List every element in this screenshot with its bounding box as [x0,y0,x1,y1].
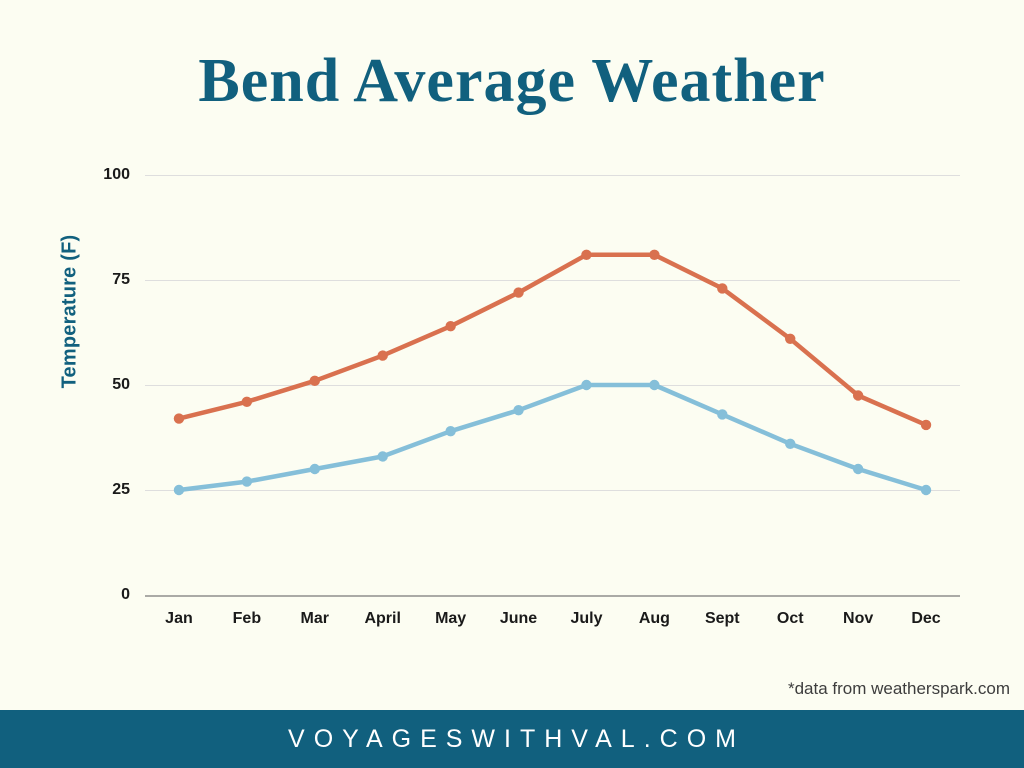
x-axis-tick: Oct [776,610,804,627]
series-line [176,382,929,493]
data-point [581,379,592,391]
data-point [920,484,932,496]
data-point [920,419,932,431]
series-layer [173,249,932,496]
x-axis-tick-labels: Jan Feb Mar April May June July Aug Sept Oct Nov De… [145,610,960,640]
data-point [513,287,524,298]
x-axis-tick: Nov [843,610,874,627]
x-axis-tick: Sept [704,610,740,627]
gridline [145,595,960,597]
x-axis-tick: July [570,610,603,627]
data-point [717,409,728,420]
x-axis-tick: Mar [300,610,330,627]
data-point [241,396,253,407]
data-point [649,249,660,260]
x-axis-tick: June [499,610,538,627]
data-point [309,463,320,475]
y-axis-tick: 0 [121,586,130,603]
data-point [377,451,388,462]
data-point [173,413,185,424]
x-axis-tick: May [435,610,467,627]
y-axis-tick: 100 [103,166,130,183]
plot-area [145,175,960,597]
x-axis-tick: Jan [165,610,193,627]
data-point [852,463,864,475]
x-axis-tick: Aug [638,610,670,627]
data-point [309,375,320,386]
data-point [513,405,524,416]
weather-chart: Bend Average Weather Temperature (F) 0 25… [0,0,1024,700]
data-point [173,484,185,496]
y-axis-tick: 50 [112,376,130,393]
data-point [445,426,456,437]
data-point [241,476,253,487]
data-point [852,390,864,401]
data-source-note: *data from weatherspark.com [787,679,1010,698]
x-axis-tick: Dec [911,610,941,627]
data-point [717,283,728,294]
data-point [377,350,388,361]
data-point [785,333,796,344]
data-point [445,321,456,332]
site-url-label: VOYAGESWITHVAL.COM [288,724,745,753]
x-axis-tick: April [364,610,401,627]
y-axis-tick: 75 [112,271,130,288]
data-point [785,438,796,449]
page-title: Bend Average Weather [198,47,826,115]
footer-banner: VOYAGESWITHVAL.COM [0,710,1024,768]
data-point [649,379,660,391]
x-axis-tick: Feb [232,610,262,627]
y-axis-tick: 25 [112,481,130,498]
data-point [581,249,592,260]
